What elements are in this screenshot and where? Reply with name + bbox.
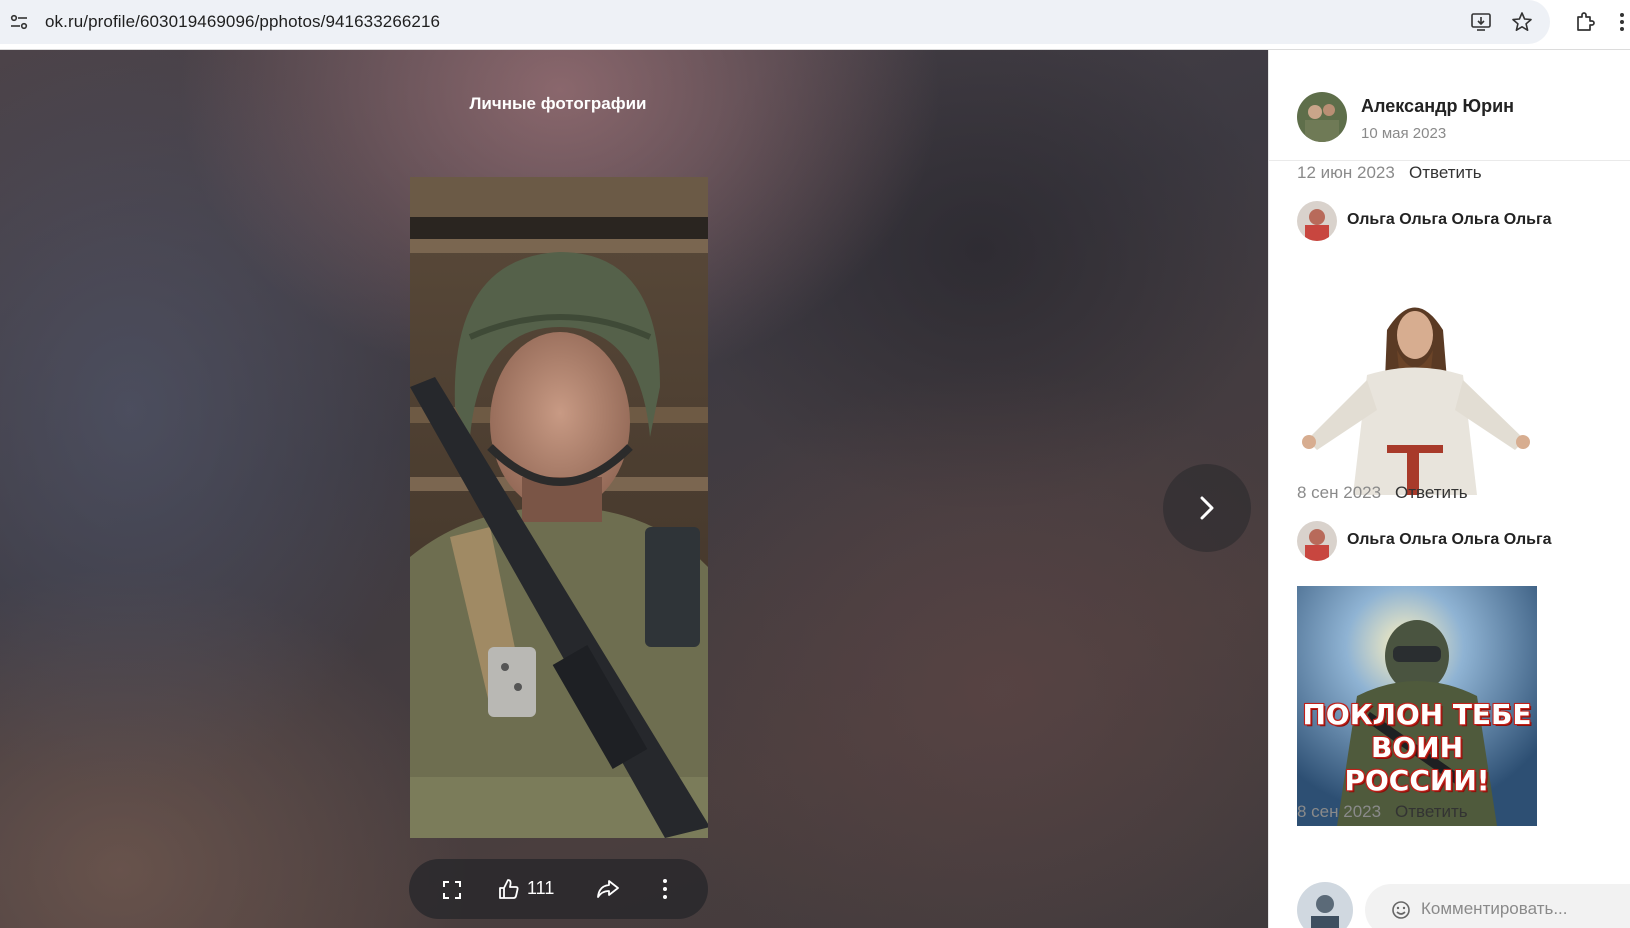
fullscreen-icon[interactable] xyxy=(442,880,462,900)
current-user-avatar xyxy=(1297,882,1353,928)
album-title[interactable]: Личные фотографии xyxy=(0,94,1116,114)
reply-button[interactable]: Ответить xyxy=(1395,483,1468,503)
author-name[interactable]: Александр Юрин xyxy=(1361,96,1514,117)
photo-viewer: Личные фотографии 111 xyxy=(0,50,1268,928)
author-avatar[interactable] xyxy=(1297,92,1347,142)
sticker-text-line: ПОКЛОН ТЕБЕ xyxy=(1302,698,1532,731)
comment-date: 12 июн 2023 xyxy=(1297,163,1395,182)
comment-input[interactable]: Комментировать... xyxy=(1365,884,1630,928)
smile-icon[interactable] xyxy=(1391,900,1411,920)
commenter-name[interactable]: Ольга Ольга Ольга Ольга xyxy=(1347,531,1552,549)
extensions-icon[interactable] xyxy=(1573,10,1597,34)
browser-toolbar: ok.ru/profile/603019469096/pphotos/94163… xyxy=(0,0,1630,50)
more-vert-icon[interactable] xyxy=(1614,10,1630,34)
chevron-right-icon xyxy=(1200,496,1214,520)
reply-button[interactable]: Ответить xyxy=(1409,163,1482,183)
sticker-image xyxy=(1302,307,1530,495)
comment-placeholder[interactable]: Комментировать... xyxy=(1421,899,1568,919)
commenter-name[interactable]: Ольга Ольга Ольга Ольга xyxy=(1347,211,1552,229)
comment-date: 8 сен 2023 xyxy=(1297,802,1382,821)
url-text[interactable]: ok.ru/profile/603019469096/pphotos/94163… xyxy=(45,12,440,32)
divider xyxy=(1269,160,1630,161)
like-icon[interactable] xyxy=(497,878,519,900)
share-icon[interactable] xyxy=(596,878,620,900)
commenter-avatar[interactable] xyxy=(1297,521,1337,561)
install-app-icon[interactable] xyxy=(1470,11,1492,33)
comments-panel: Александр Юрин 10 мая 2023 12 июн 2023 О… xyxy=(1268,50,1630,928)
main-photo[interactable] xyxy=(410,177,708,838)
menu-icon[interactable] xyxy=(661,878,669,900)
author-date: 10 мая 2023 xyxy=(1361,125,1447,142)
photo-toolbar: 111 xyxy=(409,859,708,919)
comment-date: 8 сен 2023 xyxy=(1297,483,1382,502)
star-icon[interactable] xyxy=(1511,11,1533,33)
commenter-avatar[interactable] xyxy=(1297,201,1337,241)
sticker-image: ПОКЛОН ТЕБЕ ВОИН РОССИИ! xyxy=(1297,586,1537,826)
reply-button[interactable]: Ответить xyxy=(1395,802,1468,822)
like-count[interactable]: 111 xyxy=(527,878,554,899)
address-bar[interactable]: ok.ru/profile/603019469096/pphotos/94163… xyxy=(0,0,1550,44)
sticker-text-line: ВОИН РОССИИ! xyxy=(1344,731,1490,797)
site-info-icon[interactable] xyxy=(9,12,29,32)
next-photo-button[interactable] xyxy=(1163,464,1251,552)
